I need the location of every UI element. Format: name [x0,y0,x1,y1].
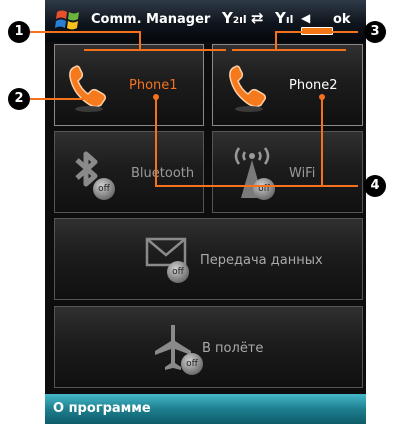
callout-1: 1 [8,21,30,43]
callout-2: 2 [8,88,30,110]
callout-4: 4 [364,175,386,197]
callout-lines [30,31,358,187]
callout-line-4a [155,97,358,187]
callout-line-3-link [275,31,358,50]
callout-3: 3 [364,21,386,43]
callout-line-1 [30,31,226,51]
